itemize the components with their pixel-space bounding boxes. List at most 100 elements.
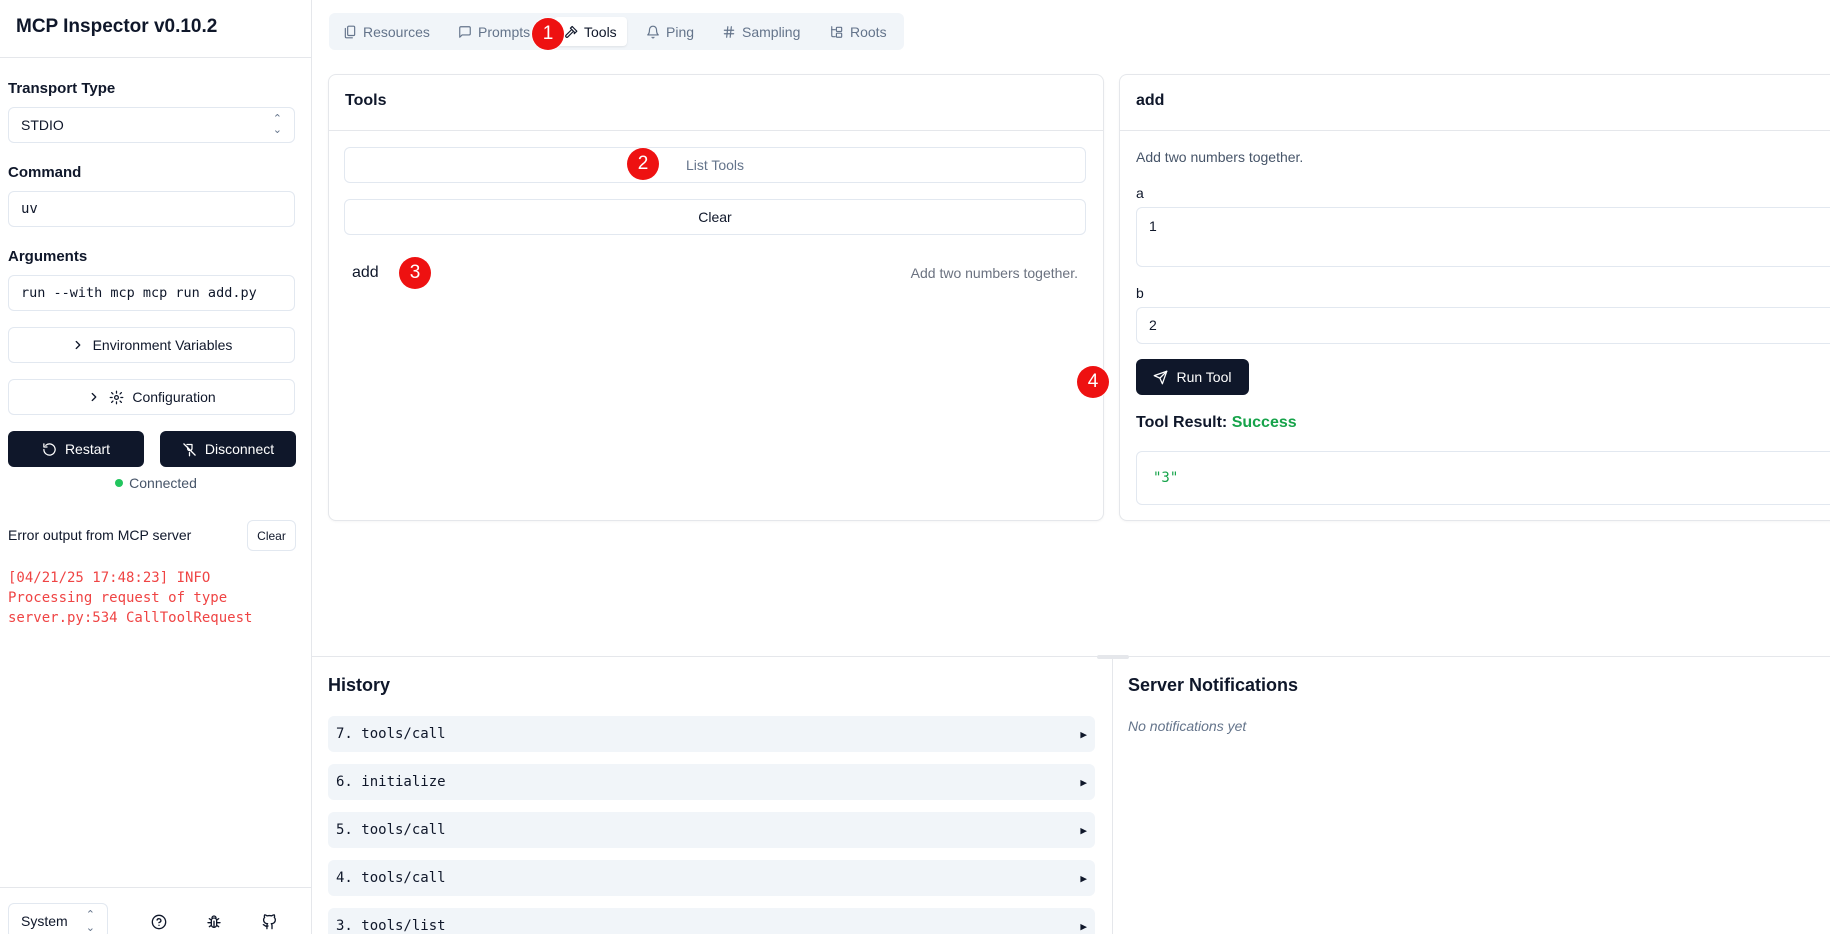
tool-result-output: "3" xyxy=(1136,451,1830,505)
triangle-right-icon: ▶ xyxy=(1080,919,1087,933)
connection-status-text: Connected xyxy=(129,475,197,491)
error-clear-button[interactable]: Clear xyxy=(247,520,296,551)
error-output-label: Error output from MCP server xyxy=(8,527,192,543)
command-label: Command xyxy=(8,164,82,181)
bell-icon xyxy=(646,25,660,39)
tab-tools[interactable]: Tools xyxy=(554,17,627,46)
param-a-label: a xyxy=(1136,185,1144,201)
command-input[interactable]: uv xyxy=(8,191,295,227)
tab-label: Prompts xyxy=(478,23,531,40)
arguments-label: Arguments xyxy=(8,248,88,265)
chevron-right-icon xyxy=(71,338,85,352)
send-icon xyxy=(1153,370,1168,385)
history-item[interactable]: 3. tools/list ▶ xyxy=(328,908,1095,934)
chevrons-up-down-icon: ⌃ ⌄ xyxy=(272,113,282,136)
files-icon xyxy=(343,25,357,39)
tool-description: Add two numbers together. xyxy=(910,265,1078,281)
triangle-right-icon: ▶ xyxy=(1080,727,1087,741)
transport-type-label: Transport Type xyxy=(8,80,116,97)
tab-ping[interactable]: Ping xyxy=(636,17,704,46)
history-item-label: 3. tools/list xyxy=(336,918,446,934)
step-marker-1: 1 xyxy=(532,18,564,50)
divider xyxy=(312,656,1830,657)
triangle-right-icon: ▶ xyxy=(1080,823,1087,837)
tab-label: Resources xyxy=(363,23,430,40)
no-notifications-text: No notifications yet xyxy=(1128,718,1247,734)
history-item[interactable]: 4. tools/call ▶ xyxy=(328,860,1095,896)
github-icon[interactable] xyxy=(260,912,280,932)
error-log: [04/21/25 17:48:23] INFO Processing requ… xyxy=(8,570,253,626)
environment-variables-label: Environment Variables xyxy=(92,337,233,353)
tool-result-label: Tool Result: Success xyxy=(1136,414,1297,432)
transport-type-value: STDIO xyxy=(21,117,64,133)
settings-icon xyxy=(109,390,124,405)
configuration-button[interactable]: Configuration xyxy=(8,379,295,415)
history-item[interactable]: 6. initialize ▶ xyxy=(328,764,1095,800)
tool-result-status: Success xyxy=(1231,414,1297,431)
chevrons-up-down-icon: ⌃ ⌄ xyxy=(85,909,95,934)
theme-select[interactable]: System ⌃ ⌄ xyxy=(8,903,108,934)
bug-icon[interactable] xyxy=(204,912,224,932)
transport-type-select[interactable]: STDIO ⌃ ⌄ xyxy=(8,107,295,143)
server-notifications-title: Server Notifications xyxy=(1128,675,1299,695)
message-square-icon xyxy=(458,25,472,39)
sidebar: MCP Inspector v0.10.2 Transport Type STD… xyxy=(0,0,312,934)
divider xyxy=(329,130,1103,131)
hammer-icon xyxy=(564,25,578,39)
history-item-label: 6. initialize xyxy=(336,774,446,790)
app-title: MCP Inspector v0.10.2 xyxy=(16,16,218,37)
history-item[interactable]: 7. tools/call ▶ xyxy=(328,716,1095,752)
restart-button[interactable]: Restart xyxy=(8,431,144,467)
tab-label: Tools xyxy=(584,23,617,40)
divider xyxy=(0,887,311,888)
environment-variables-button[interactable]: Environment Variables xyxy=(8,327,295,363)
unplug-icon xyxy=(182,442,197,457)
history-item-label: 5. tools/call xyxy=(336,822,446,838)
step-marker-2: 2 xyxy=(627,148,659,180)
step-marker-3: 3 xyxy=(399,257,431,289)
divider xyxy=(1112,657,1113,934)
hash-icon xyxy=(722,25,736,39)
status-dot-icon xyxy=(115,479,124,487)
param-a-input[interactable]: 1 xyxy=(1136,207,1830,267)
help-circle-icon[interactable] xyxy=(149,912,169,932)
tool-list-item[interactable]: add Add two numbers together. xyxy=(344,255,1086,291)
resize-handle[interactable] xyxy=(1097,655,1129,659)
disconnect-label: Disconnect xyxy=(204,441,275,457)
tab-label: Ping xyxy=(666,23,695,40)
configuration-label: Configuration xyxy=(132,389,216,405)
tool-detail-title: add xyxy=(1136,92,1165,109)
arguments-input[interactable]: run --with mcp mcp run add.py xyxy=(8,275,295,311)
param-b-label: b xyxy=(1136,285,1144,301)
param-b-input[interactable]: 2 xyxy=(1136,307,1830,344)
chevron-right-icon xyxy=(87,390,101,404)
run-tool-label: Run Tool xyxy=(1176,369,1232,385)
history-item-label: 7. tools/call xyxy=(336,726,446,742)
step-marker-4: 4 xyxy=(1077,366,1109,398)
tab-prompts[interactable]: Prompts xyxy=(448,17,540,46)
tab-bar: Resources Prompts Tools Ping Sampling Ro… xyxy=(329,13,904,50)
triangle-right-icon: ▶ xyxy=(1080,775,1087,789)
history-title: History xyxy=(328,675,391,695)
tab-label: Sampling xyxy=(742,23,801,40)
theme-value: System xyxy=(21,913,68,929)
connection-status: Connected xyxy=(0,475,312,491)
restart-label: Restart xyxy=(64,441,111,457)
run-tool-button[interactable]: Run Tool xyxy=(1136,359,1249,395)
tab-resources[interactable]: Resources xyxy=(333,17,440,46)
tab-sampling[interactable]: Sampling xyxy=(712,17,810,46)
history-item[interactable]: 5. tools/call ▶ xyxy=(328,812,1095,848)
tool-name: add xyxy=(352,264,379,281)
tab-roots[interactable]: Roots xyxy=(820,17,897,46)
tool-detail-description: Add two numbers together. xyxy=(1136,149,1304,165)
history-item-label: 4. tools/call xyxy=(336,870,446,886)
tool-detail-panel: add Add two numbers together. a 1 b 2 Ru… xyxy=(1119,74,1830,521)
rotate-ccw-icon xyxy=(42,442,57,457)
list-tools-button[interactable]: List Tools xyxy=(344,147,1086,183)
tab-label: Roots xyxy=(850,23,887,40)
clear-tools-button[interactable]: Clear xyxy=(344,199,1086,235)
tool-result-title: Tool Result: xyxy=(1136,414,1228,431)
divider xyxy=(1120,130,1830,131)
disconnect-button[interactable]: Disconnect xyxy=(160,431,296,467)
triangle-right-icon: ▶ xyxy=(1080,871,1087,885)
